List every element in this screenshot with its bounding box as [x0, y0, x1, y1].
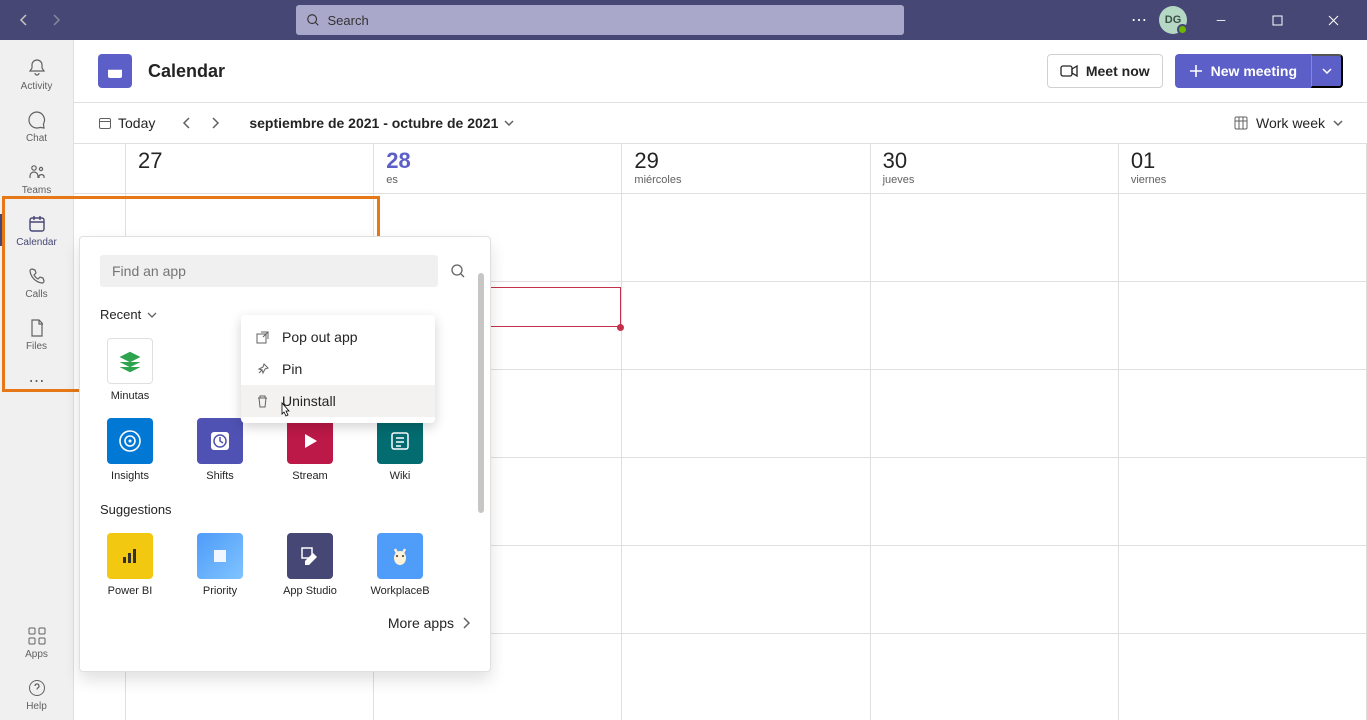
llama-icon [387, 543, 413, 569]
apps-icon [26, 625, 48, 647]
app-tile-stream[interactable]: Stream [280, 418, 340, 482]
video-icon [1060, 64, 1078, 78]
app-tile-workplace[interactable]: WorkplaceB [370, 533, 430, 597]
rail-apps[interactable]: Apps [0, 616, 74, 668]
more-apps-link[interactable]: More apps [100, 615, 470, 631]
find-app-input[interactable] [100, 255, 438, 287]
rail-calendar[interactable]: Calendar [0, 204, 74, 256]
app-tile-wiki[interactable]: Wiki [370, 418, 430, 482]
rail-more[interactable]: ⋯ [26, 370, 48, 392]
rail-help[interactable]: Help [0, 668, 74, 720]
pin-icon [255, 362, 270, 377]
app-rail: Activity Chat Teams Calendar Calls Files… [0, 40, 74, 720]
main-content: Calendar Meet now New meeting Today sept… [74, 40, 1367, 720]
help-icon [26, 677, 48, 699]
bar-icon [119, 545, 141, 567]
prev-week-button[interactable] [173, 109, 201, 137]
date-range-picker[interactable]: septiembre de 2021 - octubre de 2021 [249, 115, 514, 131]
app-tile-priority[interactable]: Priority [190, 533, 250, 597]
day-header[interactable]: 29miércoles [622, 144, 870, 193]
file-icon [26, 317, 48, 339]
back-button[interactable] [12, 8, 36, 32]
suggestions-label: Suggestions [100, 502, 470, 517]
chevron-down-icon [504, 120, 514, 126]
next-week-button[interactable] [201, 109, 229, 137]
play-icon [300, 431, 320, 451]
find-app-search-button[interactable] [446, 259, 470, 283]
scrollbar[interactable] [478, 273, 484, 513]
forward-button[interactable] [44, 8, 68, 32]
day-header-row: 27 28es 29miércoles 30jueves 01viernes [74, 144, 1367, 194]
page-title: Calendar [148, 61, 225, 82]
rail-files[interactable]: Files [0, 308, 74, 360]
app-tile-shifts[interactable]: Shifts [190, 418, 250, 482]
wiki-icon [389, 430, 411, 452]
calendar-small-icon [98, 116, 112, 130]
target-icon [117, 428, 143, 454]
search-icon [450, 263, 466, 279]
avatar[interactable]: DG [1159, 6, 1187, 34]
app-tile-minutas[interactable]: Minutas [100, 338, 160, 402]
minimize-button[interactable]: ─ [1199, 0, 1243, 40]
chat-icon [26, 109, 48, 131]
app-tile-insights[interactable]: Insights [100, 418, 160, 482]
day-header[interactable]: 01viernes [1119, 144, 1367, 193]
chevron-down-icon [1322, 68, 1332, 74]
search-placeholder: Search [328, 13, 369, 28]
day-header[interactable]: 30jueves [871, 144, 1119, 193]
presence-indicator [1177, 24, 1188, 35]
rail-calls[interactable]: Calls [0, 256, 74, 308]
chevron-down-icon [147, 312, 157, 318]
square-icon [209, 545, 231, 567]
grid-icon [1234, 116, 1248, 130]
bell-icon [26, 57, 48, 79]
trash-icon [255, 394, 270, 409]
chevron-down-icon [1333, 120, 1343, 126]
context-menu: Pop out app Pin Uninstall [241, 315, 435, 423]
view-switcher[interactable]: Work week [1234, 115, 1343, 131]
day-header[interactable]: 27 [126, 144, 374, 193]
more-button[interactable]: ⋯ [1131, 10, 1147, 30]
rail-activity[interactable]: Activity [0, 48, 74, 100]
stack-icon [116, 347, 144, 375]
pencil-icon [299, 545, 321, 567]
page-header: Calendar Meet now New meeting [74, 40, 1367, 103]
titlebar: Search ⋯ DG ─ [0, 0, 1367, 40]
search-input[interactable]: Search [296, 5, 904, 35]
calendar-app-icon [98, 54, 132, 88]
new-meeting-button[interactable]: New meeting [1175, 54, 1311, 88]
calendar-icon [26, 213, 48, 235]
phone-icon [26, 265, 48, 287]
rail-chat[interactable]: Chat [0, 100, 74, 152]
plus-icon [1189, 64, 1203, 78]
meet-now-button[interactable]: Meet now [1047, 54, 1163, 88]
app-tile-powerbi[interactable]: Power BI [100, 533, 160, 597]
apps-flyout: Recent Minutas rovals Insights Shifts St… [79, 236, 491, 672]
chevron-right-icon [462, 617, 470, 629]
rail-teams[interactable]: Teams [0, 152, 74, 204]
app-tile-appstudio[interactable]: App Studio [280, 533, 340, 597]
clock-icon [208, 429, 232, 453]
maximize-button[interactable] [1255, 0, 1299, 40]
search-icon [306, 13, 320, 27]
ctx-pin[interactable]: Pin [241, 353, 435, 385]
popout-icon [255, 330, 270, 345]
close-button[interactable] [1311, 0, 1355, 40]
day-header[interactable]: 28es [374, 144, 622, 193]
calendar-toolbar: Today septiembre de 2021 - octubre de 20… [74, 103, 1367, 144]
ctx-popout[interactable]: Pop out app [241, 321, 435, 353]
new-meeting-dropdown[interactable] [1311, 54, 1343, 88]
today-button[interactable]: Today [98, 115, 155, 131]
ctx-uninstall[interactable]: Uninstall [241, 385, 435, 417]
teams-icon [26, 161, 48, 183]
